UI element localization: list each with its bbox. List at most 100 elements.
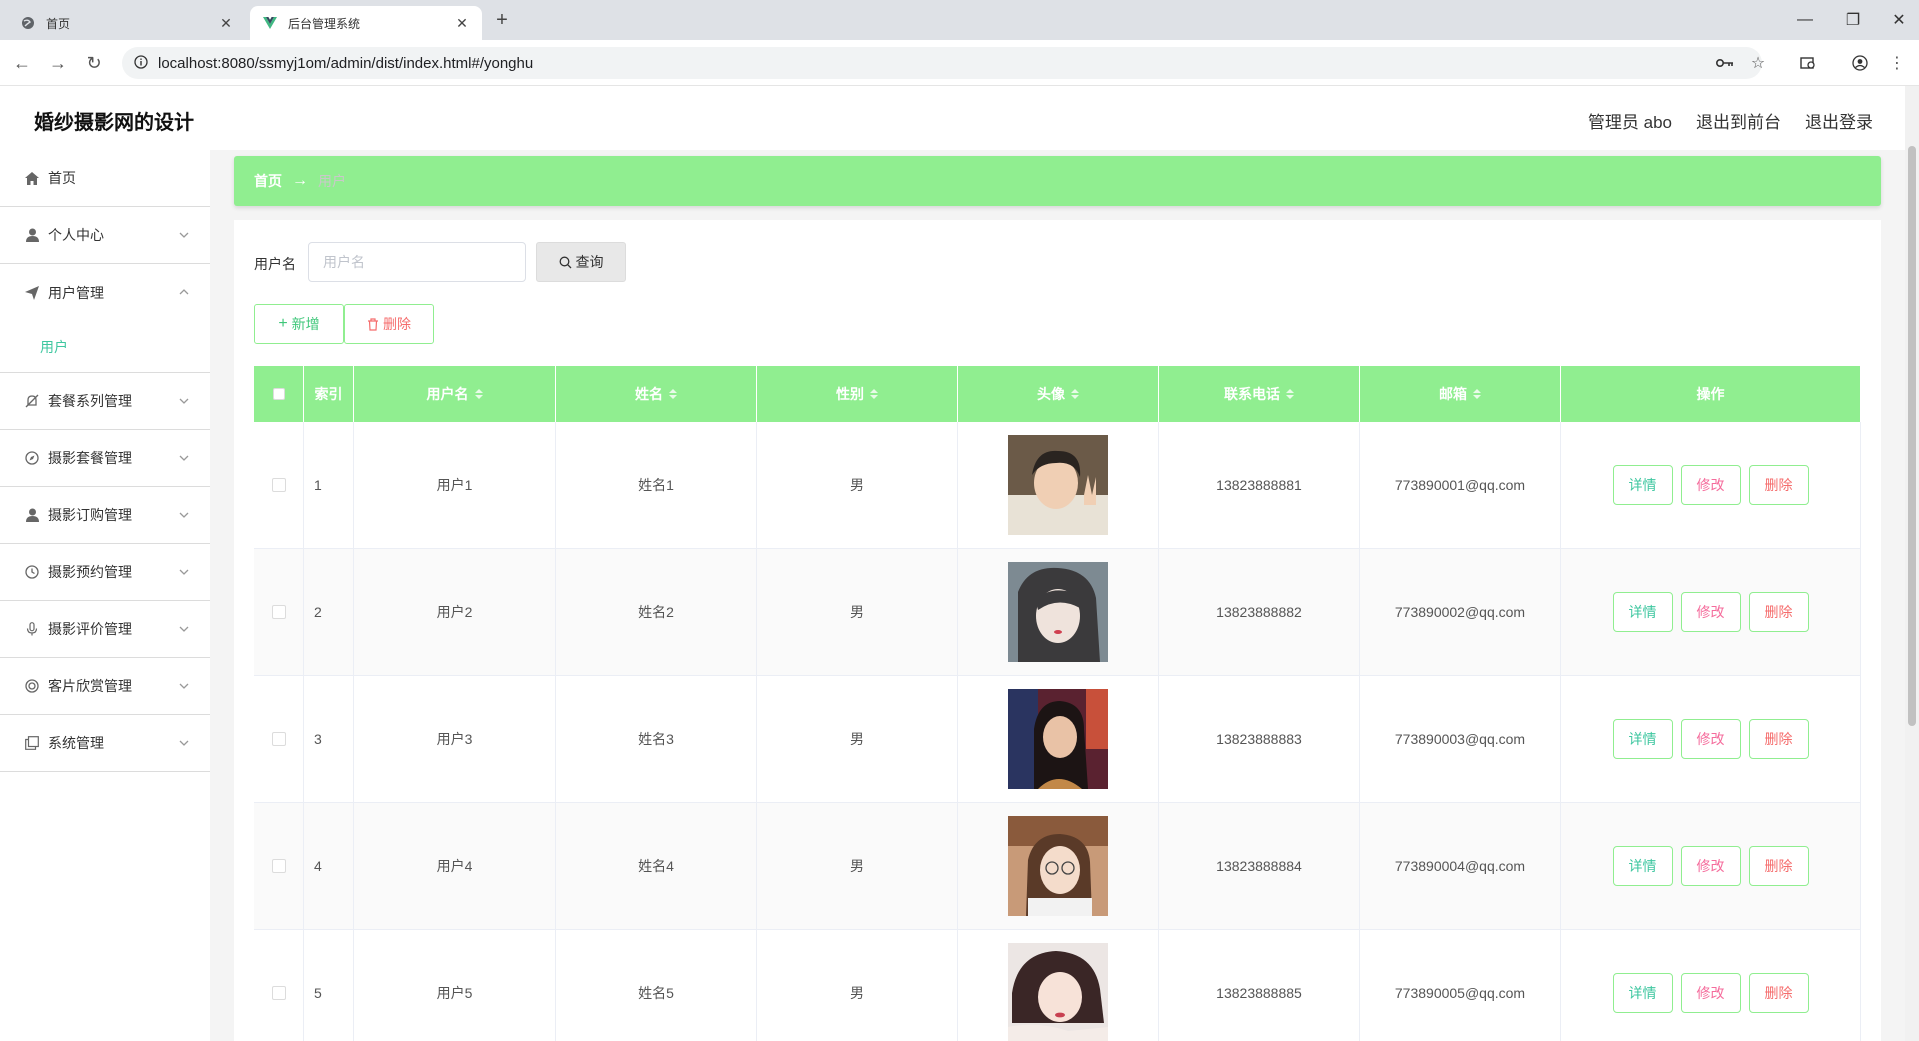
delete-button[interactable]: 删除	[1748, 846, 1809, 886]
sidebar-item-system[interactable]: 系统管理	[0, 715, 210, 772]
new-tab-plus-icon[interactable]: +	[490, 8, 514, 32]
sort-caret-icon[interactable]	[1473, 389, 1481, 399]
chevron-up-icon	[179, 289, 189, 295]
site-info-icon[interactable]	[134, 54, 148, 72]
column-header-email[interactable]: 邮箱	[1360, 366, 1561, 422]
add-button[interactable]: + 新增	[254, 304, 344, 344]
edit-button[interactable]: 修改	[1680, 973, 1741, 1013]
avatar[interactable]	[1008, 816, 1108, 916]
breadcrumb-current: 用户	[318, 173, 346, 189]
email-cell: 773890003@qq.com	[1360, 676, 1561, 802]
sort-caret-icon[interactable]	[474, 389, 483, 399]
sidebar-item-photo-order[interactable]: 摄影订购管理	[0, 487, 210, 544]
scrollbar-thumb[interactable]	[1908, 146, 1916, 726]
index-cell: 5	[304, 930, 354, 1041]
avatar[interactable]	[1008, 562, 1108, 662]
detail-button[interactable]: 详情	[1612, 465, 1673, 505]
edit-button[interactable]: 修改	[1680, 592, 1741, 632]
sidebar-item-photo-review[interactable]: 摄影评价管理	[0, 601, 210, 658]
sidebar-item-photo-booking[interactable]: 摄影预约管理	[0, 544, 210, 601]
address-bar[interactable]: localhost:8080/ssmyj1om/admin/dist/index…	[122, 47, 1762, 79]
phone-cell: 13823888883	[1159, 676, 1360, 802]
delete-button[interactable]: 删除	[1748, 465, 1809, 505]
gender-cell: 男	[757, 803, 958, 929]
sidebar-item-package-series[interactable]: 套餐系列管理	[0, 373, 210, 430]
column-header-name[interactable]: 姓名	[556, 366, 757, 422]
reading-list-icon[interactable]	[1796, 51, 1820, 75]
reload-icon[interactable]: ↻	[80, 49, 108, 77]
column-header-label: 头像	[1037, 386, 1065, 402]
detail-button[interactable]: 详情	[1612, 846, 1673, 886]
profile-icon[interactable]	[1848, 51, 1872, 75]
exit-to-frontend-link[interactable]: 退出到前台	[1696, 108, 1781, 133]
more-menu-icon[interactable]: ⋮	[1885, 51, 1909, 75]
close-icon[interactable]: ✕	[218, 15, 234, 31]
row-checkbox[interactable]	[271, 605, 286, 619]
window-close-icon[interactable]: ✕	[1871, 0, 1919, 40]
delete-button-label: 删除	[383, 316, 411, 332]
sidebar-item-label: 用户管理	[48, 284, 104, 301]
search-label: 用户名	[254, 256, 296, 272]
table-row: 2 用户2 姓名2 男 13823888882 773890002@qq.com…	[254, 549, 1861, 676]
username-cell: 用户1	[354, 422, 556, 548]
column-header-gender[interactable]: 性别	[757, 366, 958, 422]
edit-button[interactable]: 修改	[1680, 719, 1741, 759]
logout-link[interactable]: 退出登录	[1805, 108, 1873, 133]
sidebar-item-label: 个人中心	[48, 227, 104, 243]
edit-button[interactable]: 修改	[1680, 465, 1741, 505]
column-header-avatar[interactable]: 头像	[958, 366, 1159, 422]
sidebar-item-photo-package[interactable]: 摄影套餐管理	[0, 430, 210, 487]
email-cell: 773890002@qq.com	[1360, 549, 1561, 675]
column-header-index: 索引	[304, 366, 354, 422]
sidebar-subitem-user[interactable]: 用户	[0, 321, 210, 373]
page-scrollbar[interactable]	[1905, 86, 1919, 1041]
sidebar-item-label: 系统管理	[48, 735, 104, 751]
delete-button[interactable]: 删除	[1748, 719, 1809, 759]
row-checkbox[interactable]	[271, 859, 286, 873]
detail-button[interactable]: 详情	[1612, 973, 1673, 1013]
avatar[interactable]	[1008, 943, 1108, 1041]
column-header-label: 索引	[314, 386, 343, 402]
detail-button[interactable]: 详情	[1612, 719, 1673, 759]
chevron-down-icon	[179, 512, 189, 518]
sidebar-item-gallery[interactable]: 客片欣赏管理	[0, 658, 210, 715]
sort-caret-icon[interactable]	[669, 389, 677, 399]
row-checkbox[interactable]	[271, 732, 286, 746]
sort-caret-icon[interactable]	[870, 389, 878, 399]
browser-tab-home[interactable]: 首页 ✕	[8, 6, 246, 40]
delete-button[interactable]: 删除	[1748, 973, 1809, 1013]
sidebar-item-label: 套餐系列管理	[48, 393, 132, 409]
delete-button[interactable]: 删除	[1748, 592, 1809, 632]
url-text: localhost:8080/ssmyj1om/admin/dist/index…	[158, 54, 534, 72]
gender-cell: 男	[757, 930, 958, 1041]
avatar-cell	[958, 549, 1159, 675]
column-header-phone[interactable]: 联系电话	[1159, 366, 1360, 422]
edit-button[interactable]: 修改	[1680, 846, 1741, 886]
close-icon[interactable]: ✕	[454, 15, 470, 31]
select-all-checkbox[interactable]	[272, 388, 285, 400]
username-cell: 用户4	[354, 803, 556, 929]
batch-delete-button[interactable]: 删除	[344, 304, 434, 344]
chevron-down-icon	[179, 569, 189, 575]
sort-caret-icon[interactable]	[1286, 389, 1294, 399]
browser-tab-bar: 首页 ✕ 后台管理系统 ✕ + — ❐ ✕	[0, 0, 1919, 40]
column-header-username[interactable]: 用户名	[354, 366, 556, 422]
avatar[interactable]	[1008, 435, 1108, 535]
back-arrow-icon[interactable]: ←	[8, 49, 36, 77]
query-button[interactable]: 查询	[536, 242, 626, 282]
forward-arrow-icon[interactable]: →	[44, 49, 72, 77]
bookmark-star-icon[interactable]: ☆	[1746, 51, 1770, 75]
avatar[interactable]	[1008, 689, 1108, 789]
row-checkbox[interactable]	[271, 986, 286, 1000]
breadcrumb-home[interactable]: 首页	[254, 171, 282, 191]
username-search-input[interactable]	[308, 242, 526, 282]
sidebar-item-user-management[interactable]: 用户管理	[0, 264, 210, 321]
sort-caret-icon[interactable]	[1071, 389, 1079, 399]
sidebar-item-personal-center[interactable]: 个人中心	[0, 207, 210, 264]
avatar-cell	[958, 930, 1159, 1041]
browser-tab-admin[interactable]: 后台管理系统 ✕	[250, 6, 482, 40]
sidebar-item-home[interactable]: 首页	[0, 150, 210, 207]
key-icon[interactable]	[1713, 51, 1737, 75]
detail-button[interactable]: 详情	[1612, 592, 1673, 632]
row-checkbox[interactable]	[271, 478, 286, 492]
